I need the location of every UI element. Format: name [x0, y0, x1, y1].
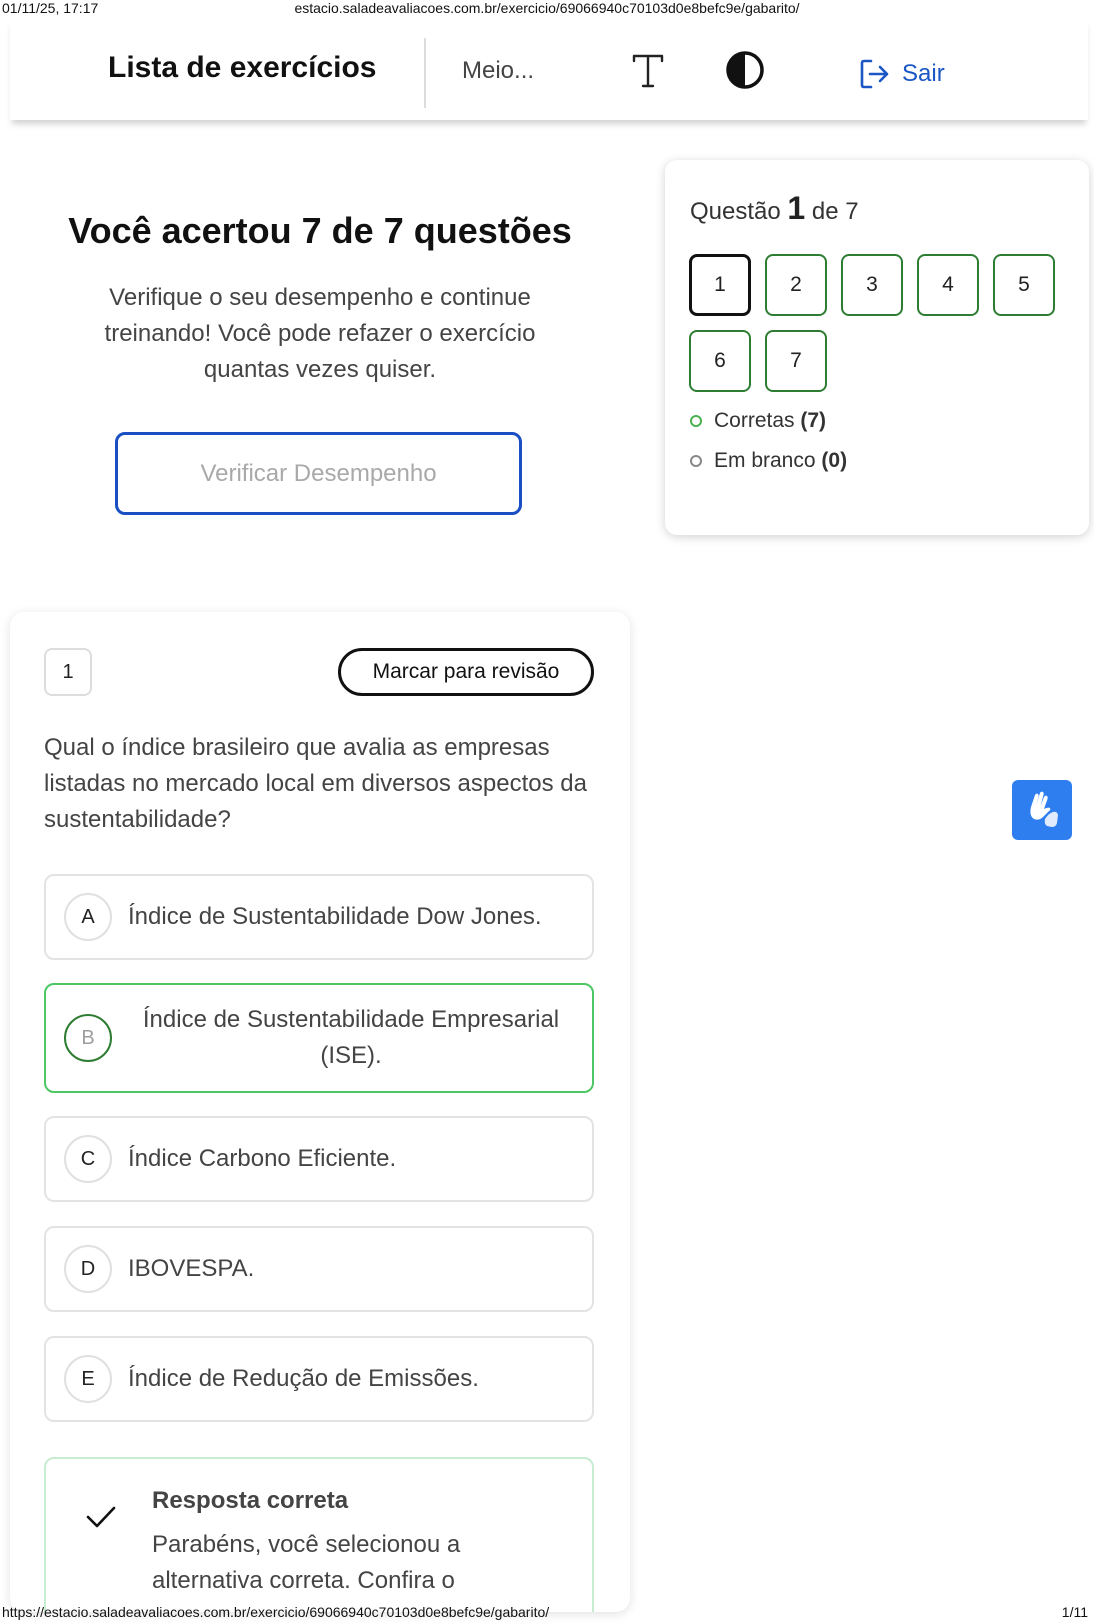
result-summary: Você acertou 7 de 7 questões Verifique o… — [20, 210, 620, 388]
font-size-button[interactable] — [626, 48, 670, 92]
print-page-number: 1/11 — [1061, 1604, 1088, 1620]
question-number-1[interactable]: 1 — [689, 254, 751, 316]
question-card: 1 Marcar para revisão Qual o índice bras… — [10, 612, 630, 1612]
logout-label: Sair — [902, 60, 945, 87]
option-letter: A — [64, 893, 112, 941]
correct-dot-icon — [690, 415, 702, 427]
question-number-2[interactable]: 2 — [765, 254, 827, 316]
contrast-icon — [726, 51, 764, 89]
legend-blank-count: (0) — [821, 449, 848, 472]
option-b[interactable]: B Índice de Sustentabilidade Empresarial… — [44, 983, 594, 1093]
logout-icon — [860, 59, 889, 89]
question-counter: Questão 1 de 7 — [690, 190, 859, 227]
option-letter: E — [64, 1355, 112, 1403]
print-url: estacio.saladeavaliacoes.com.br/exercici… — [294, 0, 800, 16]
option-text: Índice de Sustentabilidade Dow Jones. — [128, 903, 542, 930]
option-d[interactable]: D IBOVESPA. — [44, 1226, 594, 1312]
option-letter: C — [64, 1135, 112, 1183]
option-letter: D — [64, 1245, 112, 1293]
option-text: Índice Carbono Eficiente. — [128, 1145, 397, 1172]
legend-correct-count: (7) — [800, 409, 827, 432]
option-text: IBOVESPA. — [128, 1255, 255, 1282]
verify-performance-button[interactable]: Verificar Desempenho — [115, 432, 522, 515]
question-counter-suffix: de 7 — [811, 198, 859, 225]
print-footer: https://estacio.saladeavaliacoes.com.br/… — [0, 1604, 1094, 1624]
print-footer-url: https://estacio.saladeavaliacoes.com.br/… — [2, 1604, 550, 1620]
nav-divider — [424, 38, 426, 108]
section-name[interactable]: Meio... — [462, 57, 534, 85]
feedback-text: Parabéns, você selecionou a alternativa … — [152, 1531, 461, 1594]
option-e[interactable]: E Índice de Redução de Emissões. — [44, 1336, 594, 1422]
feedback-title: Resposta correta — [152, 1487, 349, 1514]
legend-blank-label: Em branco — [714, 449, 816, 472]
question-number-badge: 1 — [44, 648, 92, 696]
top-navbar: Lista de exercícios Meio... Sair — [10, 18, 1088, 120]
page-title: Lista de exercícios — [108, 51, 377, 84]
option-a[interactable]: A Índice de Sustentabilidade Dow Jones. — [44, 874, 594, 960]
mark-for-review-button[interactable]: Marcar para revisão — [338, 648, 594, 696]
question-number-4[interactable]: 4 — [917, 254, 979, 316]
legend-correct: Corretas (7) — [690, 409, 826, 433]
option-text: Índice de Sustentabilidade Empresarial (… — [142, 1006, 560, 1069]
question-text: Qual o índice brasileiro que avalia as e… — [44, 734, 587, 833]
option-letter: B — [64, 1014, 112, 1062]
result-text: Verifique o seu desempenho e continue tr… — [104, 284, 536, 383]
question-counter-prefix: Questão — [690, 198, 781, 225]
result-title: Você acertou 7 de 7 questões — [68, 210, 572, 251]
question-number-6[interactable]: 6 — [689, 330, 751, 392]
sign-language-icon — [1030, 791, 1058, 827]
print-header: 01/11/25, 17:17 estacio.saladeavaliacoes… — [0, 0, 1094, 18]
check-icon — [86, 1506, 116, 1528]
question-counter-current: 1 — [787, 190, 806, 226]
contrast-button[interactable] — [723, 48, 767, 92]
font-size-icon — [632, 54, 664, 88]
blank-dot-icon — [690, 455, 702, 467]
answer-feedback: Resposta correta Parabéns, você selecion… — [44, 1457, 594, 1612]
option-text: Índice de Redução de Emissões. — [128, 1365, 479, 1392]
legend-correct-label: Corretas — [714, 409, 795, 432]
question-number-3[interactable]: 3 — [841, 254, 903, 316]
option-c[interactable]: C Índice Carbono Eficiente. — [44, 1116, 594, 1202]
logout-button[interactable]: Sair — [858, 56, 945, 92]
legend-blank: Em branco (0) — [690, 449, 847, 473]
question-navigator-panel: Questão 1 de 7 1 2 3 4 5 6 7 Corretas (7… — [665, 160, 1089, 535]
question-number-5[interactable]: 5 — [993, 254, 1055, 316]
question-number-7[interactable]: 7 — [765, 330, 827, 392]
sign-language-button[interactable] — [1012, 780, 1072, 840]
